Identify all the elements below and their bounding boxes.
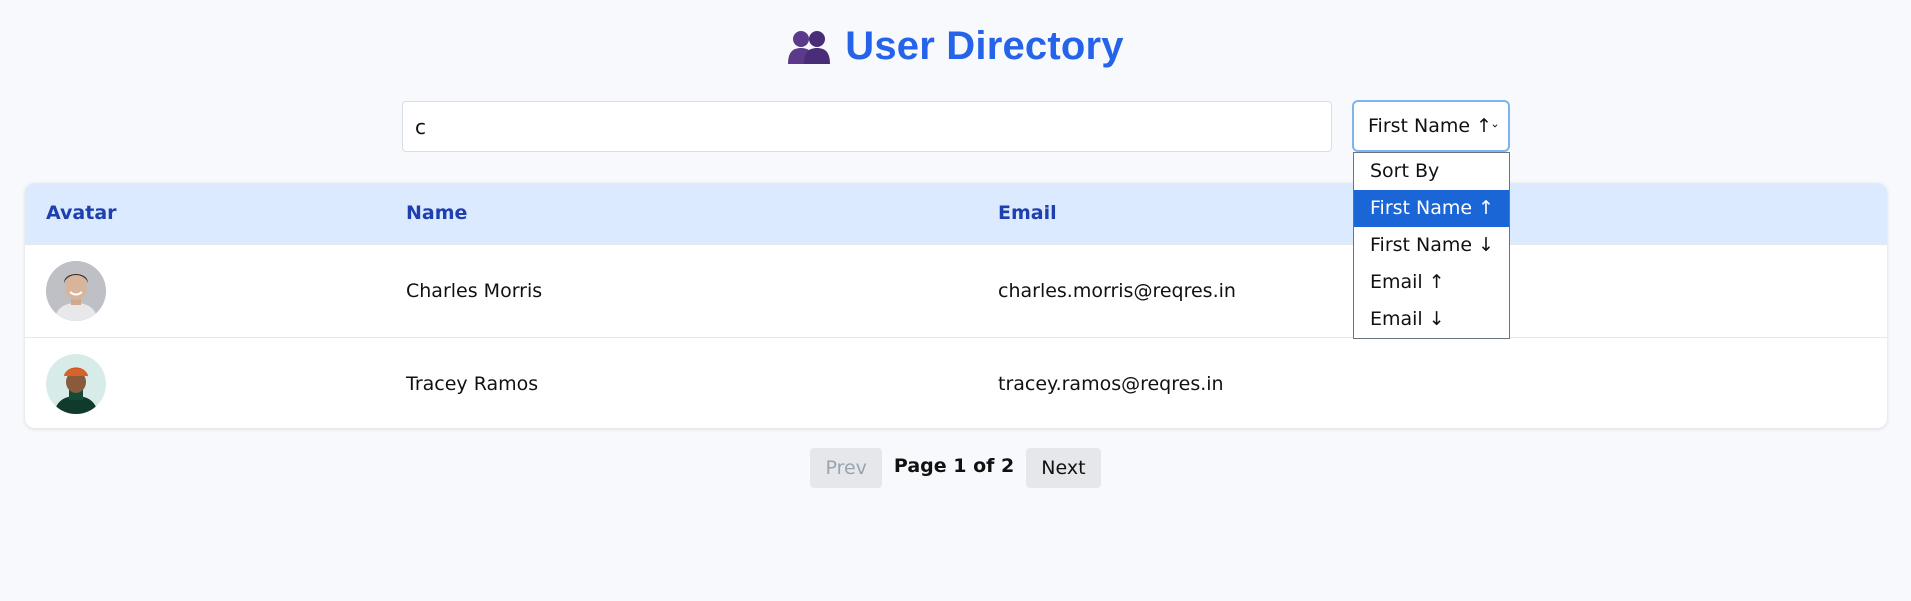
user-email: charles.morris@reqres.in: [998, 280, 1236, 302]
users-icon: [788, 30, 831, 64]
sort-select-value: First Name ↑: [1368, 115, 1493, 137]
sort-option-first-name-asc[interactable]: First Name ↑: [1354, 190, 1509, 227]
avatar: [46, 354, 106, 414]
user-name: Charles Morris: [406, 280, 543, 302]
user-email: tracey.ramos@reqres.in: [998, 373, 1224, 395]
sort-option-email-desc[interactable]: Email ↓: [1354, 301, 1509, 338]
page-header: User Directory: [0, 24, 1911, 69]
page-indicator: Page 1 of 2: [893, 455, 1015, 477]
table-header: Avatar Name Email: [25, 183, 1887, 244]
column-header-name: Name: [406, 202, 468, 224]
page-title: User Directory: [845, 24, 1124, 68]
sort-option-first-name-desc[interactable]: First Name ↓: [1354, 227, 1509, 264]
table-row: Tracey Ramos tracey.ramos@reqres.in: [25, 337, 1887, 428]
pagination: Prev Page 1 of 2 Next: [0, 448, 1911, 488]
chevron-down-icon: [1492, 124, 1498, 128]
user-table: Avatar Name Email Charles Morris charles…: [25, 183, 1887, 428]
avatar: [46, 261, 106, 321]
prev-button[interactable]: Prev: [810, 448, 882, 488]
table-row: Charles Morris charles.morris@reqres.in: [25, 244, 1887, 337]
column-header-avatar: Avatar: [46, 202, 117, 224]
sort-dropdown-list: Sort By First Name ↑ First Name ↓ Email …: [1353, 152, 1510, 339]
sort-option-email-asc[interactable]: Email ↑: [1354, 264, 1509, 301]
next-button[interactable]: Next: [1026, 448, 1101, 488]
sort-select[interactable]: First Name ↑: [1352, 100, 1510, 152]
search-input[interactable]: [402, 101, 1332, 152]
column-header-email: Email: [998, 202, 1057, 224]
sort-option-sort-by[interactable]: Sort By: [1354, 153, 1509, 190]
user-name: Tracey Ramos: [406, 373, 539, 395]
